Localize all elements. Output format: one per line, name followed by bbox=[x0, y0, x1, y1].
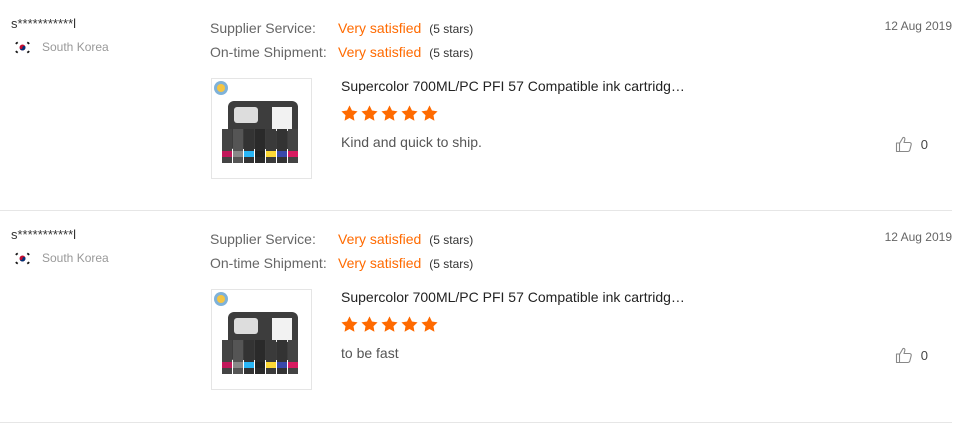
shipment-rating: On-time Shipment: Very satisfied (5 star… bbox=[210, 44, 473, 60]
rating-value: Very satisfied bbox=[338, 20, 422, 36]
rating-stars-text: (5 stars) bbox=[429, 233, 474, 247]
product-star-rating bbox=[340, 104, 440, 123]
product-title-link[interactable]: Supercolor 700ML/PC PFI 57 Compatible in… bbox=[341, 78, 685, 94]
buyer-country: South Korea bbox=[14, 40, 109, 54]
star-icon bbox=[401, 105, 418, 121]
rating-value: Very satisfied bbox=[338, 44, 422, 60]
south-korea-flag-icon bbox=[14, 40, 31, 54]
country-name: South Korea bbox=[42, 251, 109, 265]
helpful-button[interactable]: 0 bbox=[895, 346, 928, 364]
rating-value: Very satisfied bbox=[338, 255, 422, 271]
rating-stars-text: (5 stars) bbox=[429, 46, 474, 60]
star-icon bbox=[341, 105, 358, 121]
south-korea-flag-icon bbox=[14, 251, 31, 265]
review-item: s***********l South Korea Supplier Servi… bbox=[0, 0, 952, 211]
buyer-name: s***********l bbox=[11, 227, 77, 242]
supplier-service-rating: Supplier Service: Very satisfied (5 star… bbox=[210, 20, 473, 36]
star-icon bbox=[401, 316, 418, 332]
buyer-country: South Korea bbox=[14, 251, 109, 265]
review-date: 12 Aug 2019 bbox=[884, 230, 952, 244]
rating-stars-text: (5 stars) bbox=[429, 257, 474, 271]
star-icon bbox=[381, 105, 398, 121]
country-name: South Korea bbox=[42, 40, 109, 54]
thumbs-up-icon bbox=[895, 347, 912, 364]
star-icon bbox=[341, 316, 358, 332]
rating-stars-text: (5 stars) bbox=[429, 22, 474, 36]
like-count: 0 bbox=[920, 136, 928, 152]
rating-label: Supplier Service: bbox=[210, 231, 316, 247]
product-star-rating bbox=[340, 315, 440, 334]
review-date: 12 Aug 2019 bbox=[884, 19, 952, 33]
ink-cartridge-set-image bbox=[214, 292, 298, 374]
rating-label: On-time Shipment: bbox=[210, 44, 327, 60]
helpful-button[interactable]: 0 bbox=[895, 135, 928, 153]
thumbs-up-icon bbox=[895, 136, 912, 153]
ink-cartridge-set-image bbox=[214, 81, 298, 163]
supplier-service-rating: Supplier Service: Very satisfied (5 star… bbox=[210, 231, 473, 247]
star-icon bbox=[421, 105, 438, 121]
product-title-link[interactable]: Supercolor 700ML/PC PFI 57 Compatible in… bbox=[341, 289, 685, 305]
rating-value: Very satisfied bbox=[338, 231, 422, 247]
buyer-name: s***********l bbox=[11, 16, 77, 31]
feedback-text: to be fast bbox=[341, 345, 399, 361]
rating-label: Supplier Service: bbox=[210, 20, 316, 36]
star-icon bbox=[361, 316, 378, 332]
rating-label: On-time Shipment: bbox=[210, 255, 327, 271]
star-icon bbox=[361, 105, 378, 121]
like-count: 0 bbox=[920, 347, 928, 363]
feedback-text: Kind and quick to ship. bbox=[341, 134, 482, 150]
star-icon bbox=[421, 316, 438, 332]
product-thumbnail[interactable] bbox=[211, 289, 312, 390]
product-thumbnail[interactable] bbox=[211, 78, 312, 179]
shipment-rating: On-time Shipment: Very satisfied (5 star… bbox=[210, 255, 473, 271]
star-icon bbox=[381, 316, 398, 332]
review-item: s***********l South Korea Supplier Servi… bbox=[0, 211, 952, 423]
